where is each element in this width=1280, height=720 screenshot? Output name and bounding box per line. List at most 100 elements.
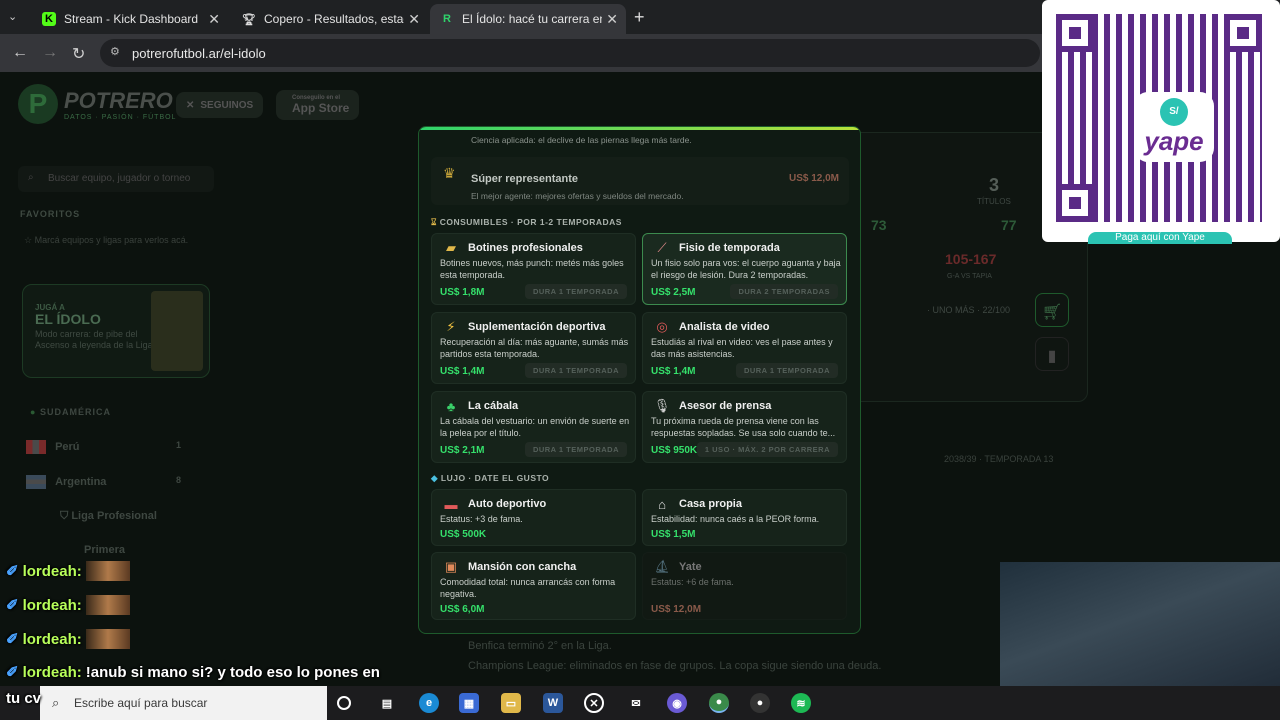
yape-footer: Paga aquí con Yape [1088, 232, 1232, 244]
clover-icon: ♣ [446, 398, 456, 414]
sidebar-item-primera[interactable]: Primera [84, 544, 125, 556]
edge-icon[interactable]: e [419, 693, 439, 713]
shop-item-asesor-prensa[interactable]: 🎙︎ Asesor de prensa Tu próxima rueda de … [642, 391, 847, 463]
tab-el-idolo[interactable]: R El Ídolo: hacé tu carrera en la Li ✕ [430, 4, 626, 34]
item-price: US$ 500K [440, 529, 487, 540]
item-desc: Estudiás al rival en video: ves el pase … [651, 337, 833, 359]
diamond-icon: ◆ [431, 473, 441, 483]
item-desc: Botines nuevos, más punch: metés más gol… [440, 258, 624, 280]
sidebar-search-input[interactable]: ⌕ Buscar equipo, jugador o torneo [18, 166, 214, 192]
cortana-icon[interactable] [337, 696, 351, 710]
item-price: US$ 1,5M [651, 529, 696, 540]
shop-item-analista[interactable]: ◎ Analista de video Estudiás al rival en… [642, 312, 847, 384]
shop-item-casa[interactable]: ⌂ Casa propia Estabilidad: nunca caés a … [642, 489, 847, 546]
region-sudamerica[interactable]: ● SUDAMÉRICA [30, 407, 111, 417]
boot-icon: ▰ [446, 240, 456, 255]
chat-emote-image [85, 629, 130, 649]
back-icon[interactable]: ← [12, 44, 28, 62]
tab-kick[interactable]: K Stream - Kick Dashboard ✕ [32, 4, 228, 34]
progress-label: · UNO MÁS · 22/100 [927, 305, 1011, 315]
appstore-button[interactable]: Conseguilo en el App Store [276, 90, 360, 120]
house-icon: ⌂ [658, 496, 666, 512]
yacht-icon: ⛵︎ [653, 559, 671, 574]
flag-argentina-icon [26, 475, 46, 489]
item-desc: Estatus: +3 de fama. [440, 514, 523, 524]
titles-label: TÍTULOS [977, 197, 1011, 206]
close-icon[interactable]: ✕ [208, 11, 220, 28]
spotify-icon[interactable]: ≋ [791, 693, 811, 713]
store-icon[interactable]: ▦ [459, 693, 479, 713]
item-desc: Recuperación al día: más aguante, sumás … [440, 337, 629, 359]
mansion-icon: ▣ [444, 559, 458, 574]
item-title: Yate [679, 561, 702, 573]
shop-item-botines[interactable]: ▰ Botines profesionales Botines nuevos, … [431, 233, 636, 305]
shop-item-mansion[interactable]: ▣ Mansión con cancha Comodidad total: nu… [431, 552, 636, 620]
chrome-icon[interactable]: ● [709, 693, 729, 713]
star-icon: ☆ [24, 235, 35, 245]
feed-item: Champions League: eliminados en fase de … [468, 660, 882, 672]
shop-item-yate[interactable]: ⛵︎ Yate Estatus: +6 de fama. US$ 12,0M [642, 552, 847, 620]
close-icon[interactable]: ✕ [606, 11, 618, 28]
sidebar-item-liga-profesional[interactable]: ⛉ Liga Profesional [60, 510, 157, 523]
mail-icon[interactable]: ✉ [626, 693, 646, 713]
site-info-icon[interactable]: ⚙︎ [110, 45, 120, 58]
site-logo[interactable]: P POTRERO DATOS · PASIÓN · FÚTBOL [18, 84, 176, 124]
taskbar-search-input[interactable]: ⌕ Escribe aquí para buscar [40, 686, 327, 720]
pencil-icon: ✐ [6, 631, 19, 648]
obs-icon[interactable]: ● [750, 693, 770, 713]
favorites-hint: ☆ Marcá equipos y ligas para verlos acá. [24, 235, 189, 245]
item-price: US$ 12,0M [651, 604, 702, 615]
item-price: US$ 1,4M [651, 366, 696, 377]
shop-item-suplementacion[interactable]: ⚡︎ Suplementación deportiva Recuperación… [431, 312, 636, 384]
item-title: Suplementación deportiva [468, 321, 606, 333]
follow-label: SEGUINOS [200, 99, 254, 111]
chat-text: !anub si mano si? y todo eso lo pones en [85, 663, 380, 681]
sidebar-item-peru[interactable]: Perú 1 [26, 440, 206, 454]
close-icon[interactable]: ✕ [408, 11, 420, 28]
item-desc: Estabilidad: nunca caés a la PEOR forma. [651, 514, 820, 524]
tab-title: Copero - Resultados, estadístic [264, 12, 404, 26]
flag-peru-icon [26, 440, 46, 454]
follow-button[interactable]: ✕ SEGUINOS [176, 92, 264, 118]
reload-icon[interactable]: ↻ [72, 44, 85, 64]
yape-wordmark: yape [1144, 125, 1204, 156]
explorer-icon[interactable]: ▭ [501, 693, 521, 713]
tab-search-button[interactable]: ⌄ [8, 10, 17, 23]
new-tab-button[interactable]: + [634, 7, 645, 28]
search-icon: ⌕ [52, 695, 60, 710]
super-rep-item[interactable]: ♛ Súper representante El mejor agente: m… [431, 157, 849, 205]
shop-cart-button[interactable]: 🛒︎ [1035, 293, 1069, 327]
item-duration-badge: 1 USO · MÁX. 2 POR CARRERA [696, 442, 838, 457]
word-icon[interactable]: W [543, 693, 563, 713]
shop-item-fisio[interactable]: ⟋ Fisio de temporada Un fisio solo para … [642, 233, 847, 305]
tab-title: Stream - Kick Dashboard [64, 12, 199, 26]
chat-message: ✐ lordeah: [6, 595, 130, 615]
chat-emote-image [85, 595, 130, 615]
shop-item-cabala[interactable]: ♣ La cábala La cábala del vestuario: un … [431, 391, 636, 463]
super-rep-price: US$ 12,0M [788, 173, 839, 184]
titles-count: 3 [989, 175, 1000, 195]
modal-accent-bar [419, 127, 860, 130]
url-field[interactable]: ⚙︎ potrerofutbol.ar/el-idolo [100, 39, 1040, 67]
microphone-icon: 🎙︎ [653, 398, 671, 413]
item-price: US$ 1,8M [440, 287, 485, 298]
pencil-icon: ✐ [6, 597, 19, 614]
kick-icon: K [42, 12, 56, 26]
xbox-icon[interactable]: ✕ [584, 693, 604, 713]
bag-button[interactable]: ▮ [1035, 337, 1069, 371]
el-idolo-promo-card[interactable]: JUGÁ A EL ÍDOLO Modo carrera: de pibe de… [22, 284, 210, 378]
forward-icon[interactable]: → [42, 44, 58, 62]
item-desc: Estatus: +6 de fama. [651, 577, 734, 587]
tab-copero[interactable]: 🏆︎ Copero - Resultados, estadístic ✕ [232, 4, 428, 34]
item-duration-badge: DURA 1 TEMPORADA [524, 284, 627, 299]
search-icon: ⌕ [28, 172, 34, 183]
app-icon[interactable]: ◉ [667, 693, 687, 713]
item-title: Botines profesionales [468, 242, 583, 254]
task-view-icon[interactable]: ▤ [377, 693, 397, 713]
yape-qr-overlay: S/ yape Paga aquí con Yape [1042, 0, 1280, 244]
item-title: Auto deportivo [468, 498, 547, 510]
shop-item-auto[interactable]: ▬ Auto deportivo Estatus: +3 de fama. US… [431, 489, 636, 546]
sidebar-item-argentina[interactable]: Argentina 8 [26, 475, 206, 489]
favorites-heading: FAVORITOS [20, 209, 81, 219]
super-rep-title: Súper representante [471, 173, 578, 185]
